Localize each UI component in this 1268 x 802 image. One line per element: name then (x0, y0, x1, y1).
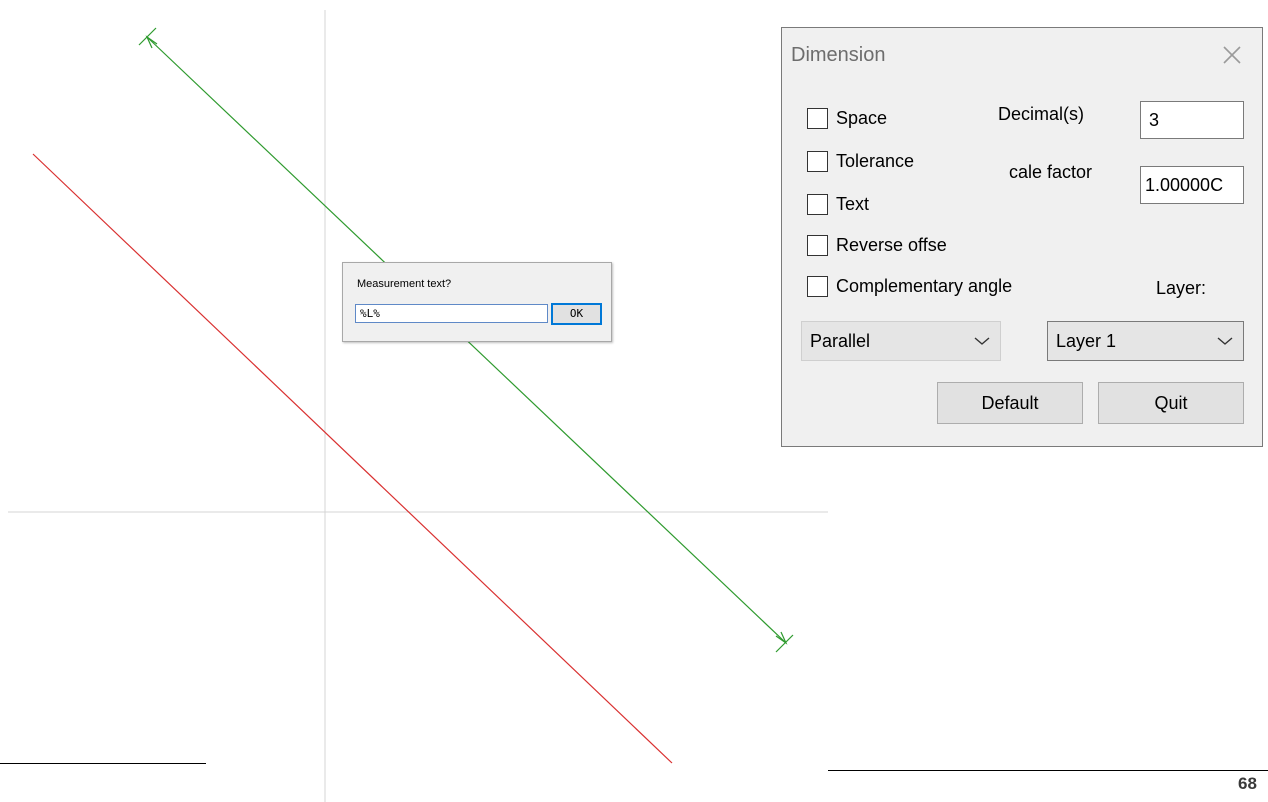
chevron-down-icon (1217, 337, 1233, 345)
space-checkbox[interactable] (807, 107, 828, 129)
decimals-input[interactable] (1140, 101, 1244, 139)
layer-select[interactable]: Layer 1 (1047, 321, 1244, 361)
dimension-type-select[interactable]: Parallel (801, 321, 1001, 361)
footer-rule-left (0, 763, 206, 764)
page-number: 68 (1238, 774, 1257, 793)
text-checkbox-row[interactable]: Text (807, 191, 869, 217)
chevron-down-icon (974, 337, 990, 345)
prompt-label: Measurement text? (357, 278, 452, 290)
layer-label: Layer: (1156, 278, 1207, 298)
scale-factor-input[interactable] (1140, 166, 1244, 204)
text-checkbox[interactable] (807, 193, 828, 215)
complementary-angle-checkbox-row[interactable]: Complementary angle (807, 273, 1012, 299)
space-label: Space (836, 107, 888, 128)
dimension-dialog: Dimension Space Tolerance Text Reverse o… (781, 27, 1263, 447)
reverse-offset-checkbox[interactable] (807, 234, 828, 256)
complementary-angle-checkbox[interactable] (807, 275, 828, 297)
quit-button[interactable]: Quit (1098, 382, 1244, 424)
reverse-offset-checkbox-row[interactable]: Reverse offse (807, 232, 947, 258)
dialog-title: Dimension (791, 44, 886, 66)
footer-rule-right (828, 770, 1268, 771)
default-button[interactable]: Default (937, 382, 1083, 424)
decimals-label: Decimal(s) (998, 104, 1085, 124)
ok-button[interactable]: OK (551, 303, 602, 325)
close-icon[interactable] (1218, 41, 1246, 69)
space-checkbox-row[interactable]: Space (807, 105, 887, 131)
scale-factor-label: cale factor (1009, 162, 1093, 182)
tolerance-checkbox[interactable] (807, 150, 828, 172)
reverse-offset-label: Reverse offse (836, 234, 947, 255)
measurement-text-input[interactable] (355, 304, 548, 323)
text-label: Text (836, 193, 870, 214)
measurement-prompt-dialog: Measurement text? OK (342, 262, 612, 342)
layer-select-value: Layer 1 (1056, 330, 1117, 351)
tolerance-label: Tolerance (836, 150, 915, 171)
complementary-angle-label: Complementary angle (836, 275, 1013, 296)
tolerance-checkbox-row[interactable]: Tolerance (807, 148, 914, 174)
red-line (32, 153, 673, 764)
dimension-type-value: Parallel (810, 330, 871, 351)
